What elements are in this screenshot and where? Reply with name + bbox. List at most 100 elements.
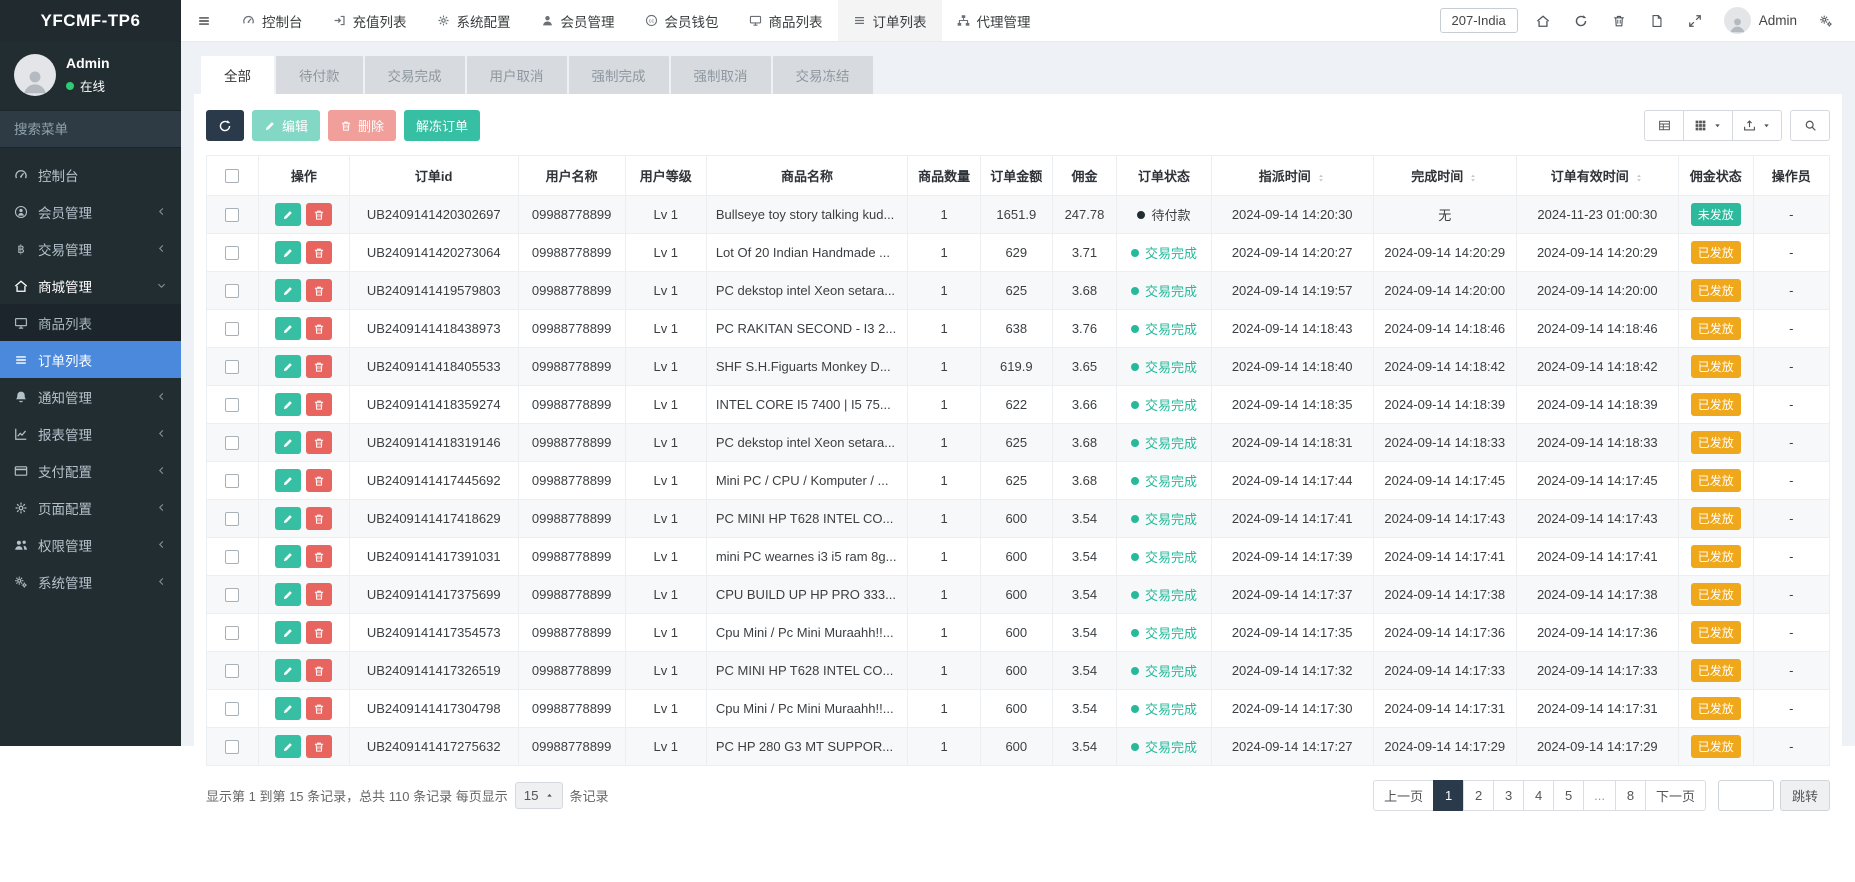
page-button-page-2[interactable]: 2	[1463, 780, 1495, 811]
tab-trade-frozen[interactable]: 交易冻结	[772, 56, 873, 94]
row-delete-button[interactable]	[306, 203, 333, 226]
column-header[interactable]: 订单有效时间	[1515, 155, 1679, 196]
topnav-item-system-config[interactable]: 系统配置	[422, 0, 526, 41]
sidebar-item-product-list[interactable]: 商品列表	[0, 304, 181, 341]
row-checkbox[interactable]	[225, 436, 240, 451]
row-checkbox[interactable]	[225, 246, 240, 261]
tab-all[interactable]: 全部	[201, 56, 274, 94]
row-edit-button[interactable]	[275, 659, 302, 682]
tab-force-complete[interactable]: 强制完成	[568, 56, 669, 94]
refresh-button[interactable]	[1562, 0, 1600, 42]
row-edit-button[interactable]	[275, 621, 302, 644]
tab-trade-complete[interactable]: 交易完成	[364, 56, 465, 94]
row-checkbox[interactable]	[225, 398, 240, 413]
sidebar-item-notice[interactable]: 通知管理	[0, 378, 181, 415]
column-header[interactable]: 指派时间	[1210, 155, 1374, 196]
page-size-select[interactable]: 15	[514, 782, 563, 809]
sidebar-search-input[interactable]	[14, 121, 191, 137]
user-menu[interactable]: Admin	[1714, 7, 1807, 34]
row-edit-button[interactable]	[275, 317, 302, 340]
row-checkbox[interactable]	[225, 360, 240, 375]
row-edit-button[interactable]	[275, 241, 302, 264]
sidebar-toggle-button[interactable]	[181, 0, 227, 41]
refresh-table-button[interactable]	[206, 110, 244, 141]
page-button-next[interactable]: 下一页	[1644, 780, 1706, 811]
topnav-item-agent-management[interactable]: 代理管理	[942, 0, 1046, 41]
row-edit-button[interactable]	[275, 469, 302, 492]
topnav-item-order-list[interactable]: 订单列表	[837, 0, 942, 41]
row-delete-button[interactable]	[306, 279, 333, 302]
row-edit-button[interactable]	[275, 735, 302, 758]
jump-button[interactable]: 跳转	[1779, 780, 1830, 811]
row-checkbox[interactable]	[225, 588, 240, 603]
row-edit-button[interactable]	[275, 203, 302, 226]
row-delete-button[interactable]	[306, 583, 333, 606]
row-delete-button[interactable]	[306, 469, 333, 492]
topnav-item-recharge-list[interactable]: 充值列表	[318, 0, 422, 41]
row-delete-button[interactable]	[306, 735, 333, 758]
row-delete-button[interactable]	[306, 659, 333, 682]
sidebar-item-system[interactable]: 系统管理	[0, 563, 181, 600]
tab-force-cancel[interactable]: 强制取消	[670, 56, 771, 94]
row-edit-button[interactable]	[275, 431, 302, 454]
sidebar-item-report[interactable]: 报表管理	[0, 415, 181, 452]
page-button-page-1[interactable]: 1	[1433, 780, 1465, 811]
row-edit-button[interactable]	[275, 545, 302, 568]
sidebar-item-dashboard[interactable]: 控制台	[0, 156, 181, 193]
row-delete-button[interactable]	[306, 621, 333, 644]
row-edit-button[interactable]	[275, 393, 302, 416]
row-delete-button[interactable]	[306, 393, 333, 416]
topnav-item-member-management[interactable]: 会员管理	[526, 0, 630, 41]
region-select-button[interactable]: 207-India	[1439, 8, 1518, 33]
home-button[interactable]	[1524, 0, 1562, 42]
row-delete-button[interactable]	[306, 697, 333, 720]
row-checkbox[interactable]	[225, 322, 240, 337]
row-checkbox[interactable]	[225, 474, 240, 489]
page-button-ellipsis[interactable]: ...	[1583, 780, 1616, 811]
sidebar-item-mall[interactable]: 商城管理	[0, 267, 181, 304]
topnav-item-member-wallet[interactable]: 会员钱包	[630, 0, 734, 41]
row-checkbox[interactable]	[225, 512, 240, 527]
page-button-page-8[interactable]: 8	[1614, 780, 1646, 811]
row-delete-button[interactable]	[306, 241, 333, 264]
export-button[interactable]	[1732, 110, 1782, 141]
fullscreen-button[interactable]	[1676, 0, 1714, 42]
row-edit-button[interactable]	[275, 279, 302, 302]
row-delete-button[interactable]	[306, 545, 333, 568]
settings-button[interactable]	[1807, 0, 1845, 42]
row-delete-button[interactable]	[306, 355, 333, 378]
row-checkbox[interactable]	[225, 550, 240, 565]
row-edit-button[interactable]	[275, 583, 302, 606]
row-delete-button[interactable]	[306, 507, 333, 530]
jump-page-input[interactable]	[1717, 780, 1774, 811]
page-button-page-4[interactable]: 4	[1523, 780, 1555, 811]
unfreeze-order-button[interactable]: 解冻订单	[404, 110, 481, 141]
sidebar-item-trade[interactable]: 交易管理	[0, 230, 181, 267]
row-checkbox[interactable]	[225, 740, 240, 755]
row-edit-button[interactable]	[275, 697, 302, 720]
clear-trash-button[interactable]	[1600, 0, 1638, 42]
sidebar-item-order-list[interactable]: 订单列表	[0, 341, 181, 378]
page-button-page-3[interactable]: 3	[1493, 780, 1525, 811]
columns-button[interactable]	[1683, 110, 1733, 141]
tab-pending-payment[interactable]: 待付款	[276, 56, 363, 94]
row-delete-button[interactable]	[306, 317, 333, 340]
column-header[interactable]: 完成时间	[1372, 155, 1517, 196]
row-checkbox[interactable]	[225, 702, 240, 717]
search-toggle-button[interactable]	[1790, 110, 1830, 141]
row-edit-button[interactable]	[275, 507, 302, 530]
sidebar-item-permission[interactable]: 权限管理	[0, 526, 181, 563]
sidebar-item-member[interactable]: 会员管理	[0, 193, 181, 230]
row-checkbox[interactable]	[225, 664, 240, 679]
clear-cache-button[interactable]	[1638, 0, 1676, 42]
page-button-page-5[interactable]: 5	[1553, 780, 1585, 811]
row-edit-button[interactable]	[275, 355, 302, 378]
row-checkbox[interactable]	[225, 208, 240, 223]
sidebar-item-page[interactable]: 页面配置	[0, 489, 181, 526]
page-button-prev[interactable]: 上一页	[1373, 780, 1435, 811]
row-delete-button[interactable]	[306, 431, 333, 454]
topnav-item-product-list[interactable]: 商品列表	[734, 0, 838, 41]
select-all-checkbox[interactable]	[225, 169, 240, 184]
edit-button[interactable]: 编辑	[252, 110, 321, 141]
delete-button[interactable]: 删除	[328, 110, 397, 141]
